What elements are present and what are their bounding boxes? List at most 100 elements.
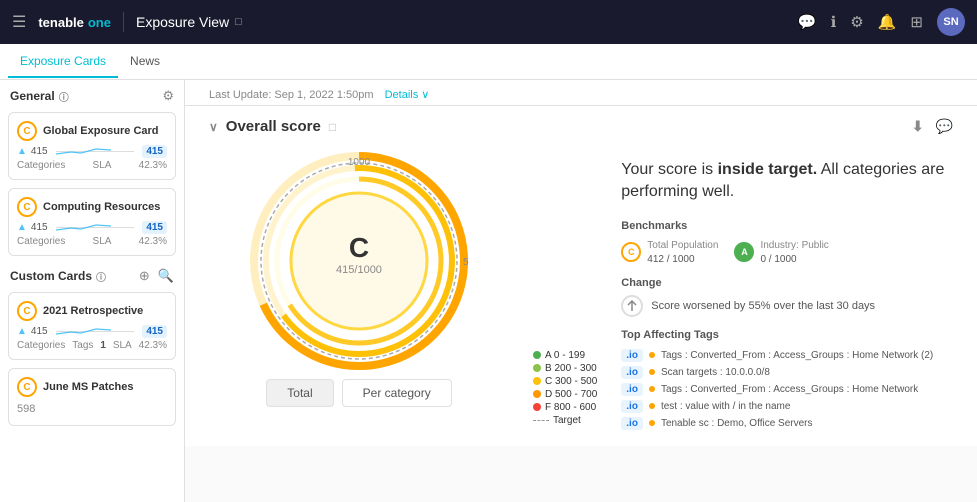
card-footer: Categories SLA 42.3% (17, 236, 167, 247)
card-score-line: ▲ 415 415 (17, 221, 167, 234)
nav-title: Exposure View □ (136, 14, 242, 30)
legend-label-c: C 300 - 500 (545, 376, 597, 387)
legend-dot-b (533, 364, 541, 372)
page-title: Exposure View (136, 14, 229, 30)
card-score-partial: 598 (17, 401, 167, 417)
affecting-tag-4: .io (621, 417, 643, 430)
card-header: C Global Exposure Card (17, 121, 167, 141)
svg-text:500: 500 (463, 257, 469, 268)
grid-icon[interactable]: ⊞ (910, 13, 923, 31)
card-title: Global Exposure Card (43, 125, 167, 137)
affecting-text-4: Tenable sc : Demo, Office Servers (661, 418, 813, 429)
legend-label-f: F 800 - 600 (545, 402, 596, 413)
legend-item-d: D 500 - 700 (533, 389, 597, 400)
svg-text:415/1000: 415/1000 (336, 264, 382, 276)
comment-icon[interactable]: 💬 (936, 118, 953, 135)
score-legend: A 0 - 199 B 200 - 300 C 300 - 500 D 500 … (533, 350, 597, 434)
card-score-line: ▲ 415 415 (17, 325, 167, 338)
tags-value: 1 (100, 340, 106, 351)
card-header: C 2021 Retrospective (17, 301, 167, 321)
external-link-icon[interactable]: □ (235, 16, 242, 28)
card-score-old: 415 (31, 222, 48, 233)
affecting-tag-2: .io (621, 383, 643, 396)
card-score-badge: 415 (142, 325, 167, 338)
info-icon[interactable]: ℹ (831, 13, 837, 31)
card-2021-retrospective[interactable]: C 2021 Retrospective ▲ 415 415 Categorie… (8, 292, 176, 360)
legend-item-b: B 200 - 300 (533, 363, 597, 374)
custom-cards-section-header: Custom Cards ⓘ ⊕ 🔍 (0, 260, 184, 288)
add-card-icon[interactable]: ⊕ (139, 268, 150, 284)
tab-exposure-cards[interactable]: Exposure Cards (8, 46, 118, 78)
card-computing-resources[interactable]: C Computing Resources ▲ 415 415 Categori… (8, 188, 176, 256)
collapse-icon[interactable]: ∨ (209, 120, 218, 134)
avatar[interactable]: SN (937, 8, 965, 36)
change-section: Change Score worsened by 55% over the la… (621, 277, 953, 317)
score-section: ∨ Overall score □ ⬇ 💬 (185, 106, 977, 446)
score-headline-pre: Your score is (621, 161, 717, 178)
sla-value: 42.3% (139, 160, 167, 171)
benchmark-industry: A Industry: Public 0 / 1000 (734, 240, 828, 265)
general-section-header: General ⓘ ⚙ (0, 80, 184, 108)
legend-dot-a (533, 351, 541, 359)
logo: tenableone (38, 15, 111, 30)
tab-news[interactable]: News (118, 46, 172, 78)
affecting-text-1: Scan targets : 10.0.0.0/8 (661, 367, 770, 378)
card-footer: Categories SLA 42.3% (17, 160, 167, 171)
benchmark-grade-a: A (734, 242, 754, 262)
card-grade: C (17, 301, 37, 321)
settings-icon[interactable]: ⚙ (850, 13, 863, 31)
affecting-text-0: Tags : Converted_From : Access_Groups : … (661, 350, 933, 361)
legend-item-c: C 300 - 500 (533, 376, 597, 387)
card-title: 2021 Retrospective (43, 305, 167, 317)
download-icon[interactable]: ⬇ (912, 118, 924, 135)
logo-text: tenable (38, 15, 84, 30)
affecting-text-3: test : value with / in the name (661, 401, 791, 412)
custom-cards-title-text: Custom Cards (10, 269, 92, 283)
content-header: Last Update: Sep 1, 2022 1:50pm Details … (185, 80, 977, 106)
affecting-item-0: .io Tags : Converted_From : Access_Group… (621, 349, 953, 362)
total-button[interactable]: Total (266, 379, 333, 407)
nav-icons: 💬 ℹ ⚙ 🔔 ⊞ SN (798, 8, 965, 36)
affecting-tags-section: Top Affecting Tags .io Tags : Converted_… (621, 329, 953, 430)
affecting-bullet-0 (649, 352, 655, 358)
card-grade: C (17, 197, 37, 217)
nav-divider (123, 12, 124, 32)
card-header: C Computing Resources (17, 197, 167, 217)
affecting-tag-1: .io (621, 366, 643, 379)
legend-label-a: A 0 - 199 (545, 350, 585, 361)
legend-dot-d (533, 390, 541, 398)
per-category-button[interactable]: Per category (342, 379, 452, 407)
details-link[interactable]: Details ∨ (385, 88, 430, 101)
score-track (56, 151, 135, 152)
chat-icon[interactable]: 💬 (798, 13, 817, 31)
sla-value: 42.3% (139, 236, 167, 247)
benchmark-info: Industry: Public 0 / 1000 (760, 240, 828, 265)
svg-text:1000: 1000 (348, 157, 371, 168)
overall-score-label: Overall score (226, 118, 321, 135)
change-text: Score worsened by 55% over the last 30 d… (651, 300, 875, 312)
card-june-ms-patches[interactable]: C June MS Patches 598 (8, 368, 176, 426)
score-headline-bold: inside target. (718, 161, 818, 178)
hamburger-icon[interactable]: ☰ (12, 12, 26, 32)
gauge-svg: 1000 500 C 415/1000 (249, 151, 469, 371)
card-global-exposure[interactable]: C Global Exposure Card ▲ 415 415 Categor… (8, 112, 176, 180)
general-title-text: General (10, 89, 55, 103)
bell-icon[interactable]: 🔔 (878, 13, 897, 31)
card-score-old: 415 (31, 326, 48, 337)
gauge-container: 1000 500 C 415/1000 (249, 151, 469, 371)
card-score-old: 415 (31, 146, 48, 157)
general-gear-icon[interactable]: ⚙ (162, 88, 174, 104)
card-grade: C (17, 121, 37, 141)
card-footer: Categories Tags 1 SLA 42.3% (17, 340, 167, 351)
card-title: Computing Resources (43, 201, 167, 213)
search-icon[interactable]: 🔍 (158, 268, 174, 284)
sidebar: General ⓘ ⚙ C Global Exposure Card ▲ 415… (0, 80, 185, 502)
score-layout: 1000 500 C 415/1000 Total Per category (209, 151, 953, 434)
categories-label: Categories (17, 236, 65, 247)
sla-value: 42.3% (139, 340, 167, 351)
legend-dot-c (533, 377, 541, 385)
legend-item-target: Target (533, 415, 597, 426)
top-nav: ☰ tenableone Exposure View □ 💬 ℹ ⚙ 🔔 ⊞ S… (0, 0, 977, 44)
affecting-item-4: .io Tenable sc : Demo, Office Servers (621, 417, 953, 430)
card-score-badge: 415 (142, 145, 167, 158)
